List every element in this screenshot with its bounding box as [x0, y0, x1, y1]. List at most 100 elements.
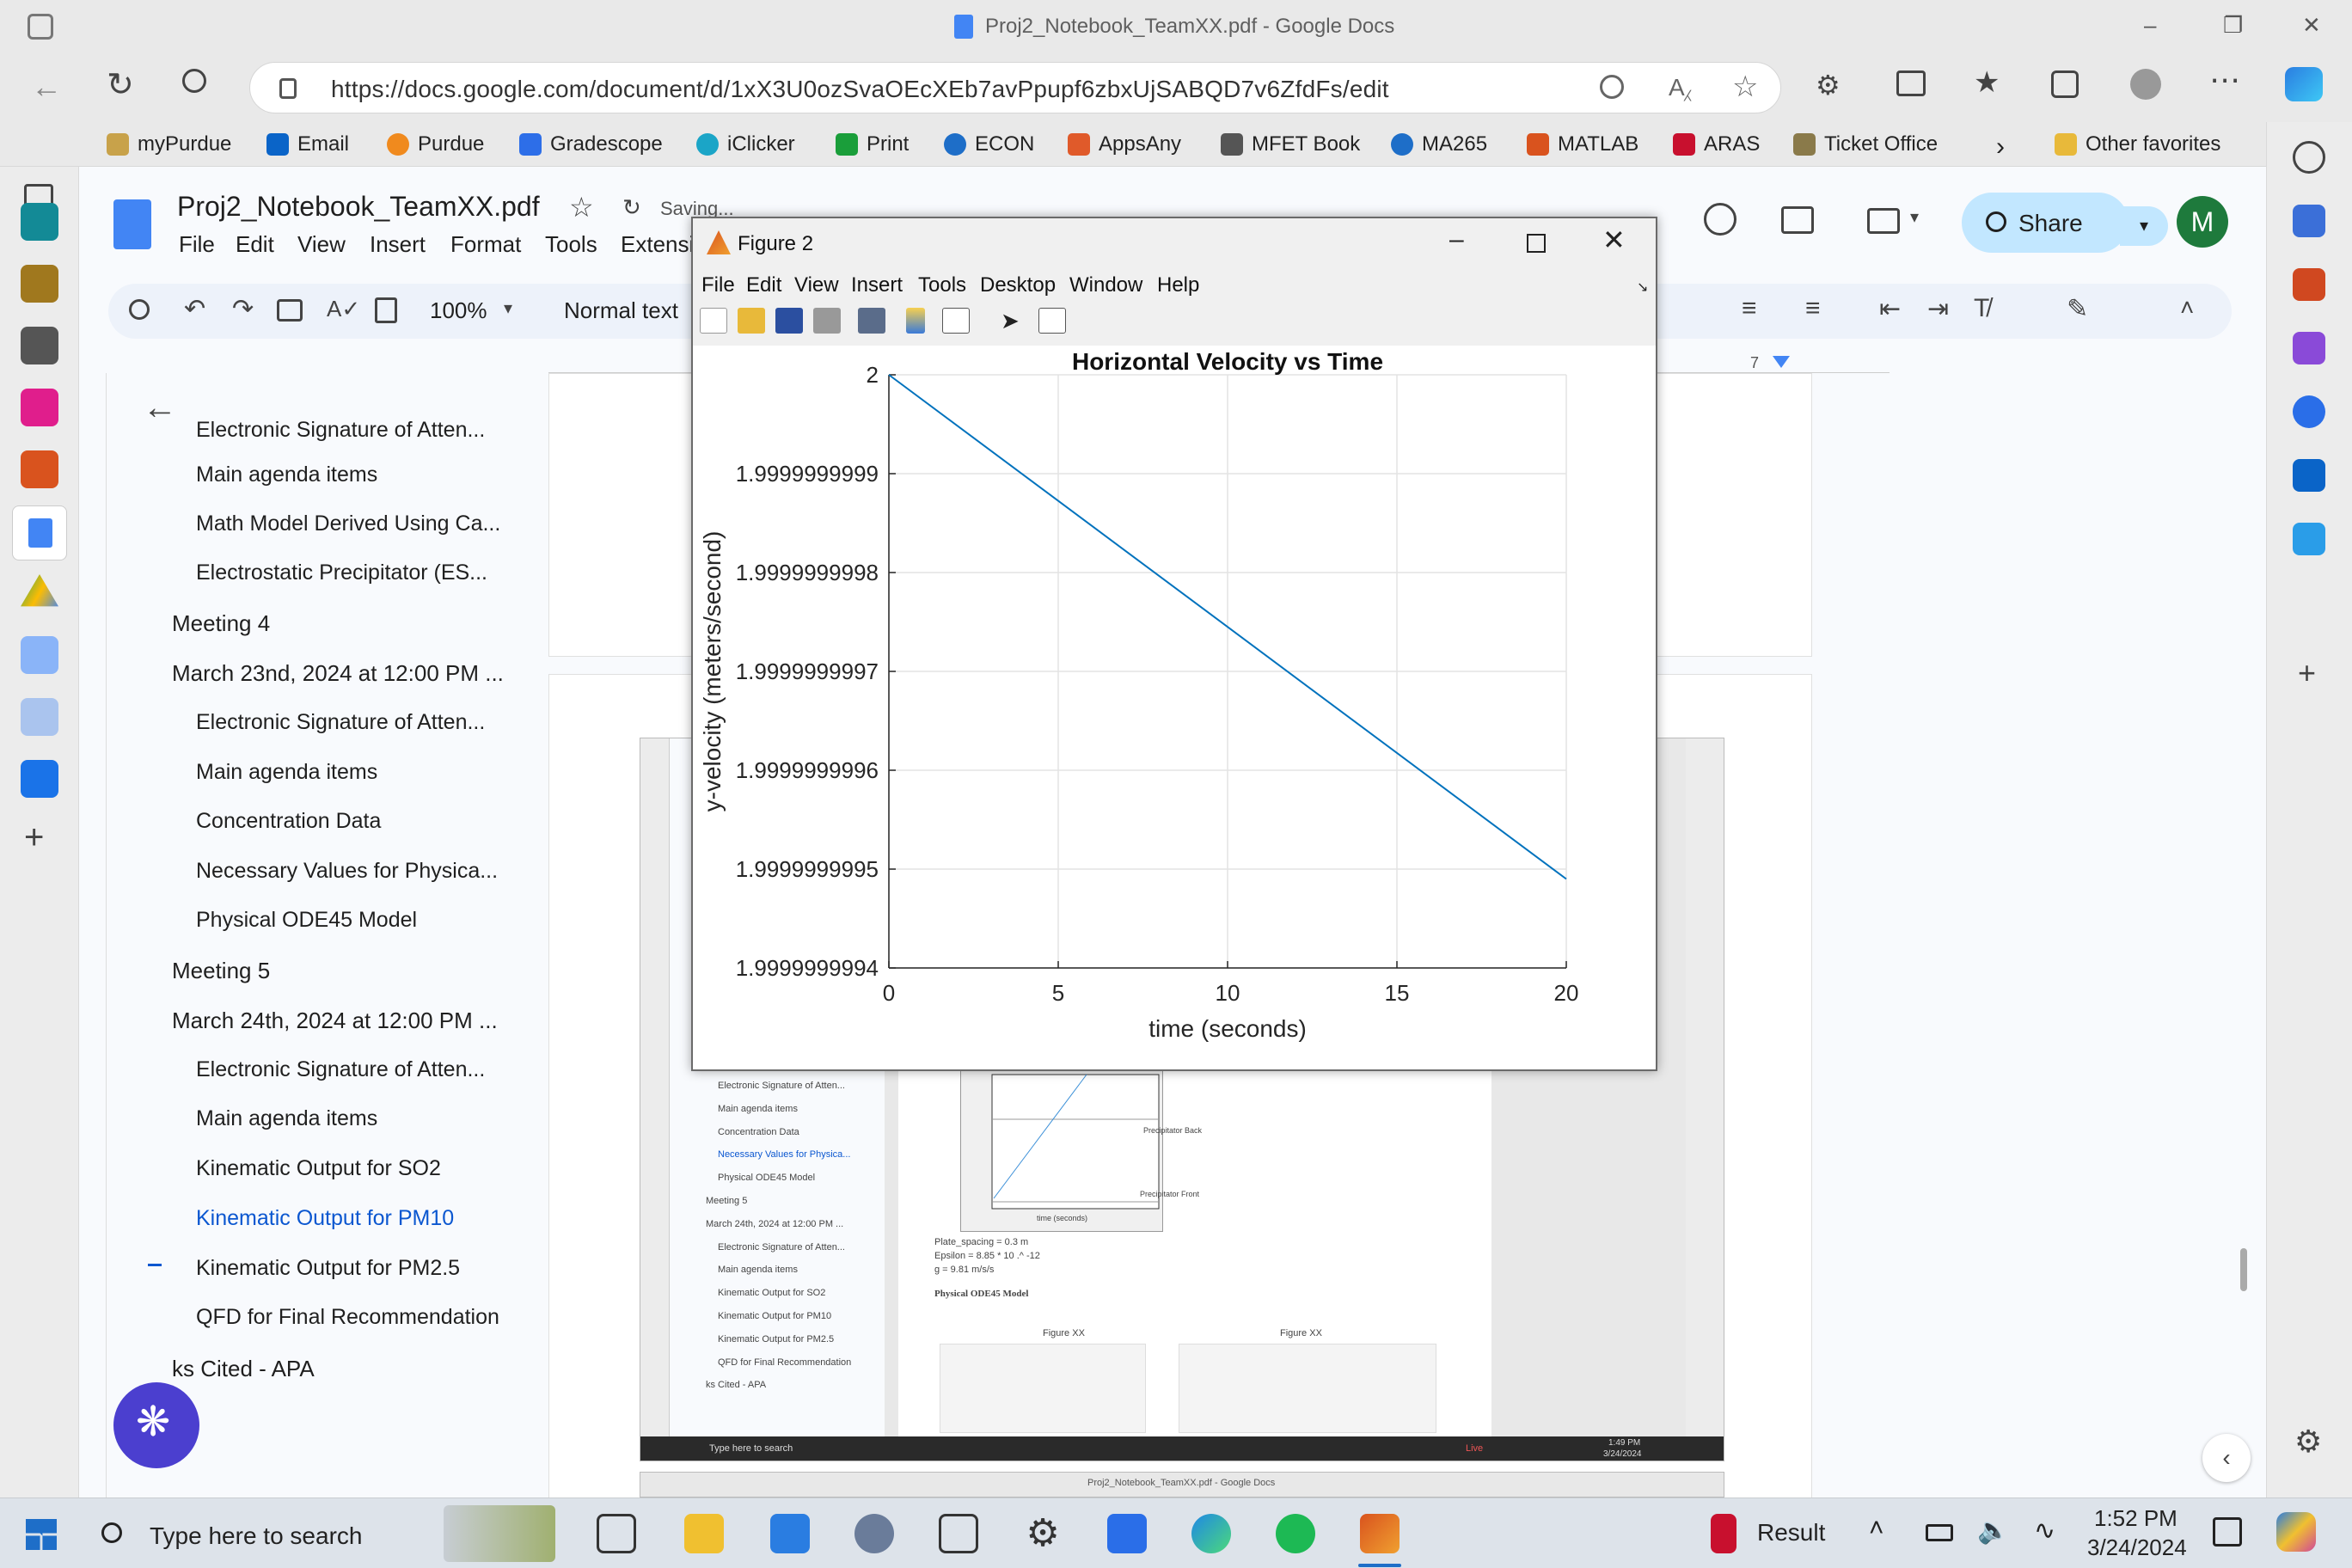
outline-item[interactable]: Math Model Derived Using Ca... [196, 511, 557, 536]
tab-gold-icon[interactable] [21, 265, 58, 303]
outline-item[interactable]: Electronic Signature of Atten... [196, 418, 557, 443]
open-file-icon[interactable] [738, 308, 765, 334]
undo-icon[interactable]: ↶ [184, 294, 205, 324]
clear-formatting-icon[interactable]: T̸ [1974, 294, 1989, 323]
url-text[interactable]: https://docs.google.com/document/d/1xX3U… [331, 76, 1389, 103]
doc-title[interactable]: Proj2_Notebook_TeamXX.pdf [177, 191, 540, 223]
collections-icon[interactable] [2051, 70, 2079, 98]
figure-menu-window[interactable]: Window [1069, 273, 1142, 297]
editing-mode-icon[interactable]: ✎ [2067, 294, 2088, 324]
workspaces-icon[interactable] [28, 14, 53, 40]
bulleted-list-icon[interactable]: ≡ [1742, 294, 1757, 323]
menu-insert[interactable]: Insert [370, 231, 426, 258]
tab-teal-icon[interactable] [21, 203, 58, 241]
add-icon[interactable]: + [2298, 655, 2316, 691]
zoom-out-icon[interactable] [1600, 75, 1624, 99]
menu-extensions[interactable]: Extensi [621, 231, 694, 258]
store-icon[interactable] [770, 1514, 810, 1553]
save-icon[interactable] [775, 308, 803, 334]
edge-icon[interactable] [1191, 1514, 1231, 1553]
bookmark-iclicker[interactable]: iClicker [696, 132, 795, 156]
comments-icon[interactable] [1781, 206, 1814, 234]
outline-item[interactable]: Main agenda items [196, 1106, 557, 1131]
menu-format[interactable]: Format [450, 231, 521, 258]
outline-item[interactable]: Electrostatic Precipitator (ES... [196, 560, 557, 585]
settings-icon[interactable]: ⚙ [2294, 1424, 2322, 1460]
shopping-icon[interactable] [2293, 205, 2325, 237]
notifications-icon[interactable] [2213, 1517, 2242, 1547]
outline-item[interactable]: Main agenda items [196, 760, 557, 785]
figure-close-icon[interactable]: ✕ [1602, 224, 1626, 256]
matlab-figure-window[interactable]: Figure 2 – ✕ File Edit View Insert Tools… [691, 217, 1657, 1071]
tab-pink-icon[interactable] [21, 389, 58, 426]
copilot-taskbar-icon[interactable] [2276, 1512, 2316, 1552]
calculator-icon[interactable] [1107, 1514, 1147, 1553]
tab-chart-icon[interactable] [21, 698, 58, 736]
outline-item[interactable]: Necessary Values for Physica... [196, 859, 557, 884]
print-preview-icon[interactable] [858, 308, 885, 334]
figure-maximize-icon[interactable] [1527, 234, 1546, 253]
bookmark-gradescope[interactable]: Gradescope [519, 132, 663, 156]
menu-view[interactable]: View [297, 231, 346, 258]
settings-icon[interactable]: ⚙ [1023, 1514, 1063, 1553]
taskbar-search[interactable]: Type here to search [86, 1505, 567, 1562]
collapse-menus-icon[interactable]: ˄ [2180, 294, 2194, 322]
windows-start-icon[interactable] [26, 1519, 57, 1550]
spotify-icon[interactable] [1276, 1514, 1315, 1553]
chevron-right-icon[interactable]: › [1996, 132, 2005, 162]
tab-docs-active[interactable] [12, 505, 67, 560]
bookmark-matlab[interactable]: MATLAB [1527, 132, 1638, 156]
figure-menu-help[interactable]: Help [1157, 273, 1199, 297]
figure-minimize-icon[interactable]: – [1449, 225, 1464, 254]
split-screen-icon[interactable] [1896, 70, 1926, 96]
wifi-icon[interactable]: ∿ [2034, 1516, 2055, 1546]
menu-file[interactable]: File [179, 231, 215, 258]
bookmark-mypurdue[interactable]: myPurdue [107, 132, 231, 156]
dock-arrow-icon[interactable]: ↘ [1637, 279, 1648, 296]
tab-powerpoint-icon[interactable] [21, 450, 58, 488]
meet-icon[interactable] [1867, 208, 1900, 234]
settings-more-icon[interactable]: ⋯ [2209, 62, 2240, 98]
new-tab-icon[interactable]: + [24, 818, 44, 857]
redo-icon[interactable]: ↷ [232, 294, 254, 324]
bookmark-purdue[interactable]: Purdue [387, 132, 484, 156]
clock-date[interactable]: 3/24/2024 [2087, 1534, 2187, 1561]
bookmark-appsany[interactable]: AppsAny [1068, 132, 1181, 156]
figure-menu-tools[interactable]: Tools [918, 273, 966, 297]
games-icon[interactable] [2293, 332, 2325, 364]
share-button[interactable]: Share [1962, 193, 2128, 253]
tools-icon[interactable] [2293, 268, 2325, 301]
docs-logo-icon[interactable] [113, 199, 151, 249]
meet-dropdown-icon[interactable]: ▾ [1910, 206, 1919, 228]
new-file-icon[interactable] [700, 308, 727, 334]
assistant-fab[interactable]: ❋ [113, 1382, 199, 1468]
bookmark-aras[interactable]: ARAS [1673, 132, 1760, 156]
figure-menu-view[interactable]: View [794, 273, 839, 297]
insert-legend-icon[interactable] [942, 308, 970, 334]
figure-menu-insert[interactable]: Insert [851, 273, 903, 297]
favorite-star-icon[interactable]: ☆ [1732, 70, 1758, 104]
increase-indent-icon[interactable]: ⇥ [1927, 294, 1949, 324]
address-bar[interactable]: https://docs.google.com/document/d/1xX3U… [249, 62, 1781, 113]
menu-tools[interactable]: Tools [545, 231, 597, 258]
version-history-icon[interactable] [1704, 203, 1736, 236]
bookmark-email[interactable]: Email [266, 132, 349, 156]
paint-format-icon[interactable] [375, 297, 397, 323]
read-aloud-icon[interactable]: A⁁ [1669, 73, 1691, 101]
insert-colorbar-icon[interactable] [906, 308, 925, 334]
favorites-icon[interactable]: ★ [1974, 65, 2000, 100]
numbered-list-icon[interactable]: ≡ [1805, 294, 1821, 323]
bookmark-print[interactable]: Print [836, 132, 909, 156]
outline-item[interactable]: Meeting 4 [172, 610, 533, 637]
extensions-icon[interactable]: ⚙ [1816, 69, 1841, 101]
figure-menu-file[interactable]: File [701, 273, 735, 297]
outline-item[interactable]: Main agenda items [196, 462, 557, 487]
clock-time[interactable]: 1:52 PM [2094, 1505, 2177, 1532]
search-icon[interactable] [2293, 141, 2325, 174]
figure-menu-edit[interactable]: Edit [746, 273, 781, 297]
bookmark-mfet-book[interactable]: MFET Book [1221, 132, 1360, 156]
back-arrow-icon[interactable]: ← [143, 389, 177, 427]
outline-item[interactable]: Electronic Signature of Atten... [196, 710, 557, 735]
outline-item[interactable]: Concentration Data [196, 809, 557, 834]
nba-icon[interactable] [1711, 1514, 1736, 1553]
